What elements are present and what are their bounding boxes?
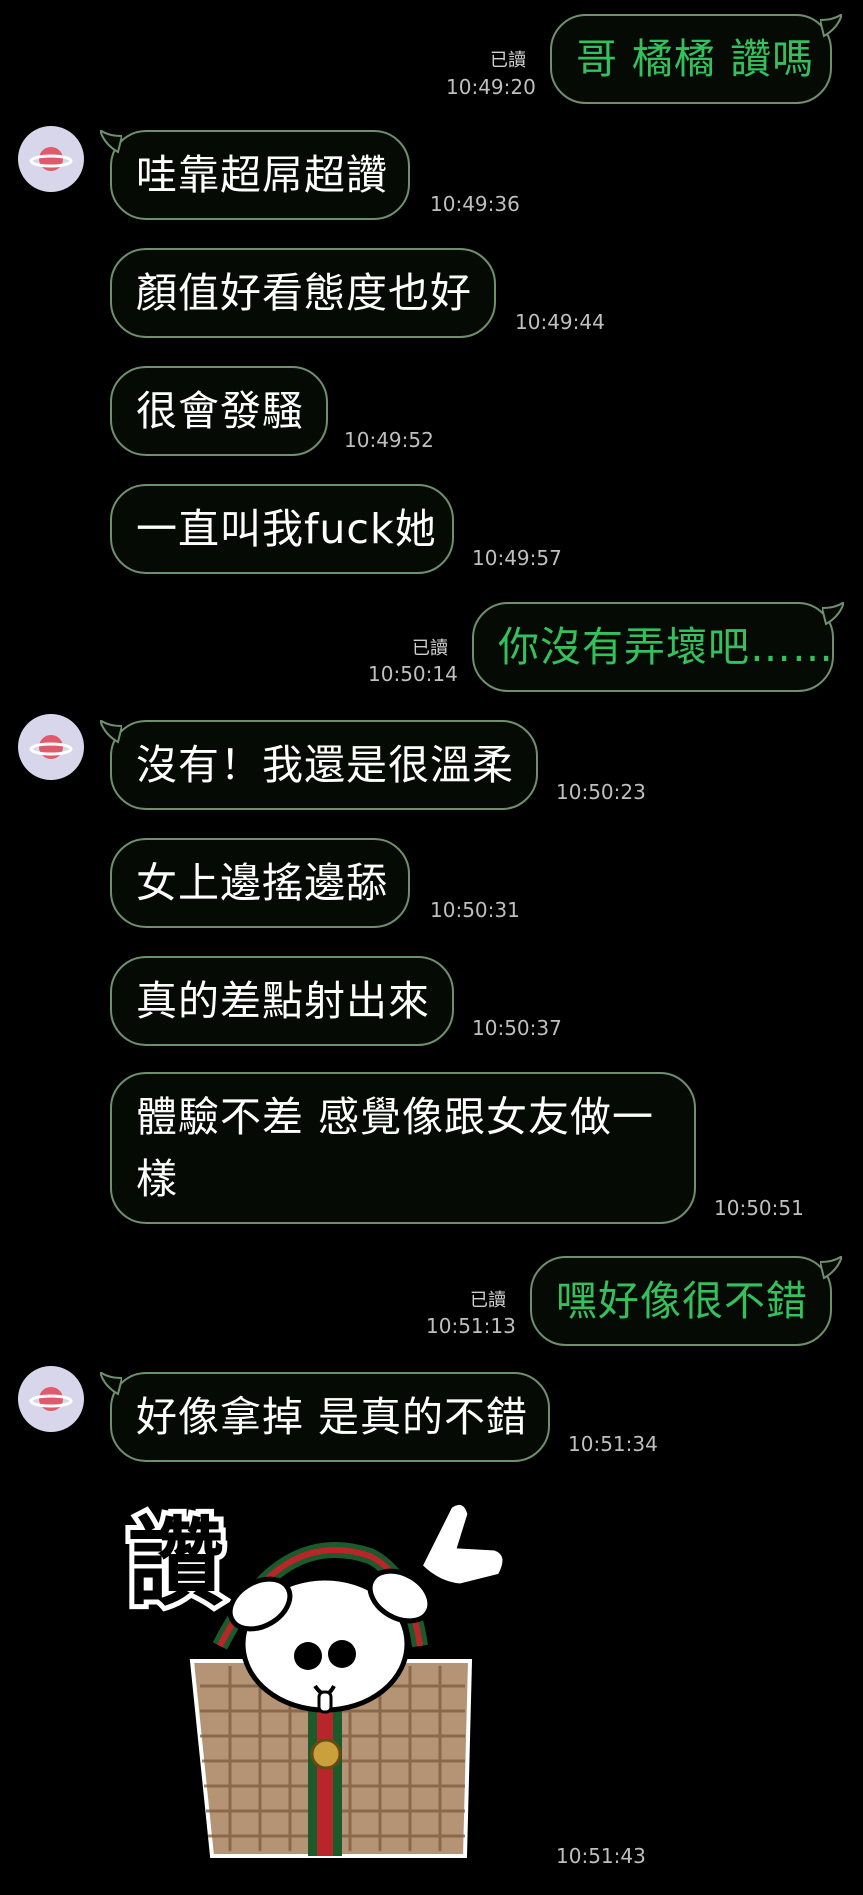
message-text: 嘿好像很不錯 xyxy=(556,1277,808,1325)
message-text: 很會發騷 xyxy=(136,387,304,435)
read-receipt: 已讀 xyxy=(490,50,526,71)
read-receipt: 已讀 xyxy=(412,638,448,659)
message-text: 好像拿掉 是真的不錯 xyxy=(136,1393,529,1441)
message-time: 10:49:20 xyxy=(446,75,536,99)
message-time: 10:50:14 xyxy=(368,662,458,686)
planet-icon xyxy=(29,735,73,759)
planet-icon xyxy=(29,1387,73,1411)
contact-avatar[interactable] xyxy=(18,1366,84,1432)
message-text: 真的差點射出來 xyxy=(136,977,430,1025)
message-text: 你沒有弄壞吧…… xyxy=(498,623,834,671)
message-text-line: 體驗不差 感覺像跟女友做一 xyxy=(136,1093,655,1141)
thumbs-up-dog-sticker[interactable]: 讚 xyxy=(120,1496,520,1876)
read-receipt: 已讀 xyxy=(470,1290,506,1311)
message-time: 10:50:31 xyxy=(430,898,520,922)
planet-icon xyxy=(29,147,73,171)
message-time: 10:50:51 xyxy=(714,1196,804,1220)
message-text: 沒有！我還是很溫柔 xyxy=(136,741,514,789)
incoming-message-bubble[interactable]: 好像拿掉 是真的不錯 xyxy=(100,1372,550,1462)
contact-avatar[interactable] xyxy=(18,126,84,192)
incoming-message-bubble[interactable]: 哇靠超屌超讚 xyxy=(100,130,410,220)
incoming-message-bubble[interactable]: 一直叫我fuck她 xyxy=(110,484,454,574)
message-time: 10:49:52 xyxy=(344,428,434,452)
chat-thread: 已讀 10:49:20 哥 橘橘 讚嗎 哇靠超屌超讚 10:49:36 顏值好看… xyxy=(0,0,863,1895)
outgoing-message-bubble[interactable]: 嘿好像很不錯 xyxy=(530,1256,842,1346)
message-text-line: 樣 xyxy=(136,1155,178,1203)
incoming-message-bubble[interactable]: 顏值好看態度也好 xyxy=(110,248,496,338)
message-text: 女上邊搖邊舔 xyxy=(136,859,388,907)
message-time: 10:51:13 xyxy=(426,1314,516,1338)
message-text: 哇靠超屌超讚 xyxy=(136,151,388,199)
message-time: 10:49:36 xyxy=(430,192,520,216)
message-time: 10:51:34 xyxy=(568,1432,658,1456)
message-time: 10:49:44 xyxy=(515,310,605,334)
incoming-message-bubble[interactable]: 真的差點射出來 xyxy=(110,956,454,1046)
sticker-caption: 讚 xyxy=(128,1507,224,1619)
outgoing-message-bubble[interactable]: 哥 橘橘 讚嗎 xyxy=(550,14,842,104)
message-time: 10:49:57 xyxy=(472,546,562,570)
incoming-message-bubble[interactable]: 沒有！我還是很溫柔 xyxy=(100,720,538,810)
message-text: 顏值好看態度也好 xyxy=(136,269,472,317)
outgoing-message-bubble[interactable]: 你沒有弄壞吧…… xyxy=(472,602,844,692)
incoming-message-bubble[interactable]: 很會發騷 xyxy=(110,366,328,456)
incoming-message-bubble[interactable]: 女上邊搖邊舔 xyxy=(110,838,410,928)
incoming-message-bubble[interactable]: 體驗不差 感覺像跟女友做一 樣 xyxy=(110,1072,696,1224)
message-time: 10:51:43 xyxy=(556,1844,646,1868)
message-text: 一直叫我fuck她 xyxy=(136,505,437,553)
message-time: 10:50:37 xyxy=(472,1016,562,1040)
message-text: 哥 橘橘 讚嗎 xyxy=(576,35,815,83)
contact-avatar[interactable] xyxy=(18,714,84,780)
message-time: 10:50:23 xyxy=(556,780,646,804)
